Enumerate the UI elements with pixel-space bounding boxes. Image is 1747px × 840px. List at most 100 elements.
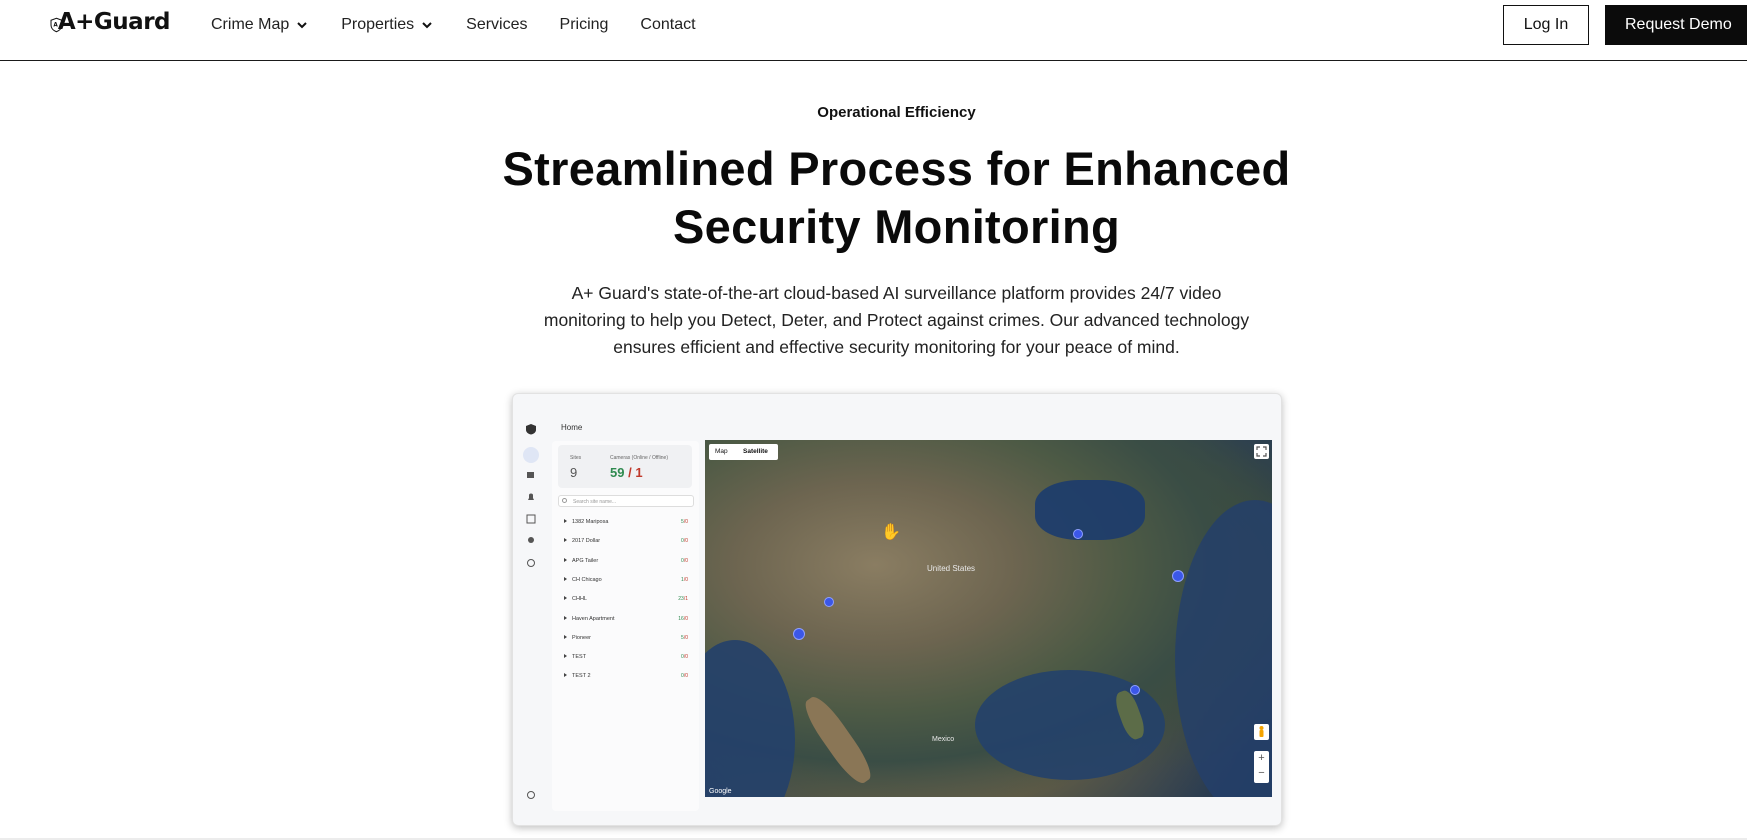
site-list-item[interactable]: TEST 2 0/0: [564, 669, 690, 683]
sites-panel: Sites 9 Cameras (Online / Offline) 59 / …: [552, 441, 699, 811]
site-list-item[interactable]: CH Chicago 1/0: [564, 573, 690, 587]
site-list-item[interactable]: 2017 Dollar 0/0: [564, 534, 690, 548]
site-list-item[interactable]: TEST 0/0: [564, 650, 690, 664]
expand-caret-icon: [564, 615, 567, 620]
site-cameras-offline: 0: [685, 634, 688, 641]
site-name: CHHL: [572, 596, 587, 603]
expand-caret-icon: [564, 557, 567, 562]
site-camera-count: 16/0: [678, 612, 688, 626]
history-icon: [527, 559, 535, 567]
site-list-item[interactable]: Pioneer 5/0: [564, 631, 690, 645]
nav-label: Properties: [341, 16, 415, 33]
site-cameras-offline: 0: [685, 557, 688, 564]
request-demo-button[interactable]: Request Demo: [1605, 5, 1747, 45]
nav-properties[interactable]: Properties: [341, 14, 434, 36]
great-lakes-shape: [1035, 480, 1145, 540]
site-camera-count: 1/0: [681, 573, 688, 587]
stats-card: Sites 9 Cameras (Online / Offline) 59 / …: [558, 445, 692, 488]
bell-icon: [528, 493, 534, 500]
expand-caret-icon: [564, 519, 567, 523]
site-list-item[interactable]: APG Tailer 0/0: [564, 554, 690, 568]
site-cameras-offline: 0: [685, 673, 688, 680]
site-name: TEST 2: [572, 673, 591, 680]
site-cameras-offline: 0: [685, 615, 688, 622]
nav-label: Pricing: [559, 16, 609, 33]
site-list-item[interactable]: 1382 Mariposa 5/0: [564, 515, 690, 529]
nav-crime-map[interactable]: Crime Map: [211, 14, 309, 36]
nav-contact[interactable]: Contact: [640, 14, 695, 36]
site-name: CH Chicago: [572, 576, 602, 583]
zoom-out-button[interactable]: −: [1254, 766, 1269, 781]
dashboard-screenshot: Home Sites 9 Cameras (Online / Offline) …: [512, 393, 1282, 826]
site-pin[interactable]: [793, 628, 805, 640]
map-label-us: United States: [927, 564, 976, 573]
nav-services[interactable]: Services: [466, 14, 527, 36]
site-cameras-offline: 0: [685, 519, 688, 525]
sites-count-value: 9: [570, 465, 578, 480]
search-icon: [562, 498, 567, 503]
camera-icon: [527, 472, 534, 478]
site-pin[interactable]: [1172, 570, 1184, 582]
dashboard-sidebar-rail: [513, 394, 551, 825]
expand-caret-icon: [564, 654, 567, 659]
site-name: 1382 Mariposa: [572, 519, 609, 525]
login-button[interactable]: Log In: [1503, 5, 1589, 45]
site-header: A A+Guard Crime Map Properties Services …: [0, 0, 1747, 61]
shield-logo-icon: [526, 424, 536, 435]
nav-label: Contact: [640, 16, 696, 33]
description-line-1: A+ Guard's state-of-the-art cloud-based …: [571, 283, 1222, 303]
street-view-icon[interactable]: [1254, 724, 1269, 740]
hero-description: A+ Guard's state-of-the-art cloud-based …: [530, 280, 1263, 361]
map-type-toggle: Map Satellite: [709, 444, 778, 460]
breadcrumb[interactable]: Home: [561, 423, 582, 432]
cameras-count-label: Cameras (Online / Offline): [610, 455, 668, 461]
zoom-in-button[interactable]: +: [1254, 751, 1269, 766]
sites-count-label: Sites: [570, 455, 582, 461]
ocean-shape: [705, 640, 795, 797]
page-title: Streamlined Process for Enhanced Securit…: [0, 140, 1747, 256]
map-label-mexico: Mexico: [932, 736, 955, 743]
calendar-icon: [526, 514, 536, 524]
map-type-satellite-tab[interactable]: Satellite: [743, 444, 768, 460]
description-line-2: monitoring to help you Detect, Deter, an…: [543, 310, 1250, 330]
location-icon: [528, 537, 534, 543]
site-camera-count: 23/1: [678, 592, 688, 606]
map-type-map-tab[interactable]: Map: [715, 444, 728, 460]
site-pin[interactable]: [824, 597, 834, 607]
nav-pricing[interactable]: Pricing: [560, 14, 609, 36]
cameras-separator: /: [624, 465, 636, 480]
title-line-1: Streamlined Process for Enhanced: [502, 142, 1291, 195]
site-list-item[interactable]: Haven Apartment 16/0: [564, 612, 690, 626]
site-cameras-offline: 0: [685, 654, 688, 661]
fullscreen-icon[interactable]: [1254, 444, 1269, 459]
site-list-item[interactable]: CHHL 23/1: [564, 592, 690, 606]
expand-caret-icon: [564, 576, 567, 581]
site-name: Haven Apartment: [572, 615, 615, 622]
brand-logo[interactable]: A A+Guard: [50, 2, 171, 48]
expand-caret-icon: [564, 596, 567, 601]
site-search-input[interactable]: Search site name...: [558, 495, 694, 507]
main-nav: Crime Map Properties Services Pricing Co…: [211, 14, 728, 36]
expand-caret-icon: [564, 538, 567, 543]
chevron-down-icon: [297, 22, 307, 29]
cameras-offline: 1: [635, 465, 643, 480]
site-camera-count: 0/0: [681, 669, 688, 683]
site-camera-count: 5/0: [681, 631, 688, 645]
site-name: Pioneer: [572, 634, 591, 641]
chevron-down-icon: [422, 22, 432, 29]
power-icon: [527, 791, 535, 799]
home-icon: [523, 447, 539, 463]
site-name: 2017 Dollar: [572, 538, 601, 545]
site-name: TEST: [572, 654, 587, 661]
site-pin[interactable]: [1073, 529, 1083, 539]
expand-caret-icon: [564, 673, 567, 678]
site-pin[interactable]: [1130, 685, 1140, 695]
site-camera-count: 5/0: [681, 515, 688, 529]
section-eyebrow: Operational Efficiency: [817, 104, 976, 121]
peninsula-shape: [798, 691, 878, 789]
description-line-3: ensures efficient and effective security…: [613, 337, 1180, 357]
zoom-controls: + −: [1254, 751, 1269, 783]
sites-map[interactable]: Map Satellite United States Mexico ✋ + −…: [705, 440, 1272, 797]
brand-name: A+Guard: [57, 9, 171, 35]
site-name: APG Tailer: [572, 557, 599, 564]
